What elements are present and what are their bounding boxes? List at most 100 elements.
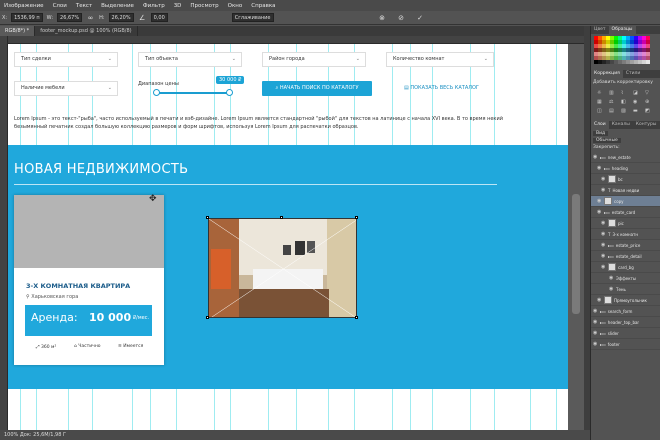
object-type-select[interactable]: Тип объекта ⌄ (138, 52, 242, 67)
exposure-icon[interactable]: ◪ (633, 90, 642, 96)
price-slider-max-handle[interactable] (226, 89, 233, 96)
eye-icon[interactable]: ◉ (601, 176, 606, 182)
interpolation-select[interactable]: Сглаживание (231, 13, 274, 22)
furniture-select[interactable]: Наличие мебели ⌄ (14, 81, 118, 96)
scrollbar-thumb[interactable] (572, 194, 580, 314)
menu-select[interactable]: Выделение (101, 3, 134, 9)
mixer-icon[interactable]: ⊕ (645, 99, 654, 105)
eye-icon[interactable]: ◉ (601, 242, 606, 248)
hue-icon[interactable]: ▦ (597, 99, 606, 105)
blend-mode-select[interactable]: Обычные (593, 138, 621, 143)
posterize-icon[interactable]: ▤ (609, 108, 618, 114)
document-canvas[interactable]: Тип сделки ⌄ Тип объекта ⌄ Район города ⌄ К… (8, 44, 568, 430)
eye-icon[interactable]: ◉ (601, 264, 606, 270)
selective-color-icon[interactable]: ◩ (645, 108, 654, 114)
tab-current-document[interactable]: RGB/8*) * (0, 26, 36, 36)
layer-row[interactable]: ◉ T Новая недви (591, 185, 660, 196)
price-slider-min-handle[interactable] (153, 89, 160, 96)
layer-row[interactable]: ◉ ▸▭ new_estate (591, 152, 660, 163)
menu-help[interactable]: Справка (251, 3, 275, 9)
menu-view[interactable]: Просмотр (190, 3, 218, 9)
vertical-scrollbar[interactable] (568, 44, 584, 430)
photo-filter-icon[interactable]: ◉ (633, 99, 642, 105)
link-icon[interactable]: ∞ (86, 13, 95, 22)
eye-icon[interactable]: ◉ (601, 187, 606, 193)
warp-icon[interactable]: ⊗ (378, 13, 387, 22)
eye-icon[interactable]: ◉ (593, 341, 598, 347)
menu-type[interactable]: Текст (76, 3, 92, 9)
transform-handle-bl[interactable] (206, 316, 209, 319)
transform-handle-tr[interactable] (355, 216, 358, 219)
width-field[interactable]: 26,67% (57, 13, 83, 22)
rooms-select[interactable]: Количество комнат ⌄ (386, 52, 494, 67)
tab-styles[interactable]: Стили (623, 70, 644, 78)
layer-row[interactable]: ◉ Прямоугольник (591, 295, 660, 306)
commit-transform-icon[interactable]: ✓ (416, 13, 425, 22)
show-all-link[interactable]: ▤ ПОКАЗАТЬ ВЕСЬ КАТАЛОГ (404, 85, 479, 91)
layer-row[interactable]: ◉ bc (591, 174, 660, 185)
eye-icon[interactable]: ◉ (609, 286, 614, 292)
angle-field[interactable]: 0,00 (150, 13, 168, 22)
eye-icon[interactable]: ◉ (609, 275, 614, 281)
eye-icon[interactable]: ◉ (593, 330, 598, 336)
cancel-transform-icon[interactable]: ⊘ (397, 13, 406, 22)
height-field[interactable]: 26,20% (108, 13, 134, 22)
search-catalog-button[interactable]: ⌕ НАЧАТЬ ПОИСК ПО КАТАЛОГУ (262, 81, 372, 96)
swatches-grid[interactable] (592, 34, 660, 66)
brightness-icon[interactable]: ☼ (597, 90, 606, 96)
balance-icon[interactable]: ⚖ (609, 99, 618, 105)
color-swatch[interactable] (646, 60, 650, 64)
layer-row[interactable]: ◉ ▸▭ search_form (591, 306, 660, 317)
vibrance-icon[interactable]: ▽ (645, 90, 654, 96)
layer-row[interactable]: ◉ Тень (591, 284, 660, 295)
layer-row[interactable]: ◉ ▸▭ slider (591, 328, 660, 339)
tab-adjustments[interactable]: Коррекция (591, 70, 623, 78)
layer-row[interactable]: ◉ pic (591, 218, 660, 229)
layer-row[interactable]: ◉ ▸▭ estate_detail (591, 251, 660, 262)
layer-kind-select[interactable]: Вид (593, 131, 609, 136)
layer-row[interactable]: ◉ ▸▭ footer (591, 339, 660, 350)
menu-filter[interactable]: Фильтр (143, 3, 165, 9)
transform-handle-tc[interactable] (280, 216, 283, 219)
menu-window[interactable]: Окно (228, 3, 243, 9)
invert-icon[interactable]: ◫ (597, 108, 606, 114)
eye-icon[interactable]: ◉ (593, 308, 598, 314)
layer-row[interactable]: ◉ ▸▭ estate_card (591, 207, 660, 218)
menu-layers[interactable]: Слои (53, 3, 67, 9)
tab-footer-mockup[interactable]: footer_mockup.psd @ 100% (RGB/8) (35, 26, 138, 36)
tab-layers[interactable]: Слои (591, 121, 609, 129)
price-slider-track[interactable] (156, 92, 232, 94)
eye-icon[interactable]: ◉ (597, 297, 602, 303)
x-field[interactable]: 1536,99 п (11, 13, 43, 22)
layer-row[interactable]: ◉ card_bg (591, 262, 660, 273)
placed-interior-photo[interactable] (208, 218, 357, 318)
menu-image[interactable]: Изображение (4, 3, 44, 9)
layer-row[interactable]: ◉ ▸▭ estate_price (591, 240, 660, 251)
gradient-map-icon[interactable]: ▬ (633, 108, 642, 114)
deal-type-select[interactable]: Тип сделки ⌄ (14, 52, 118, 67)
transform-handle-tl[interactable] (206, 216, 209, 219)
tab-paths[interactable]: Контуры (633, 121, 660, 129)
eye-icon[interactable]: ◉ (601, 220, 606, 226)
tab-color[interactable]: Цвет (591, 26, 609, 34)
estate-card[interactable]: 3-Х КОМНАТНАЯ КВАРТИРА ⚲ Харьковская гор… (14, 195, 164, 365)
bw-icon[interactable]: ◧ (621, 99, 630, 105)
eye-icon[interactable]: ◉ (601, 253, 606, 259)
layer-row[interactable]: ◉ ▸▭ heading (591, 163, 660, 174)
levels-icon[interactable]: ▥ (609, 90, 618, 96)
eye-icon[interactable]: ◉ (601, 231, 606, 237)
transform-handle-br[interactable] (355, 316, 358, 319)
eye-icon[interactable]: ◉ (597, 165, 602, 171)
tab-swatches[interactable]: Образцы (608, 26, 636, 34)
eye-icon[interactable]: ◉ (597, 209, 602, 215)
district-select[interactable]: Район города ⌄ (262, 52, 366, 67)
layer-row[interactable]: ◉ Эффекты (591, 273, 660, 284)
layer-row[interactable]: ◉ T 3-х комнатн (591, 229, 660, 240)
menu-3d[interactable]: 3D (174, 3, 182, 9)
curves-icon[interactable]: ⌇ (621, 90, 630, 96)
eye-icon[interactable]: ◉ (593, 154, 598, 160)
layer-row-selected[interactable]: ◉ copy (591, 196, 660, 207)
tab-channels[interactable]: Каналы (609, 121, 633, 129)
layer-row[interactable]: ◉ ▸▭ header_top_bar (591, 317, 660, 328)
eye-icon[interactable]: ◉ (593, 319, 598, 325)
